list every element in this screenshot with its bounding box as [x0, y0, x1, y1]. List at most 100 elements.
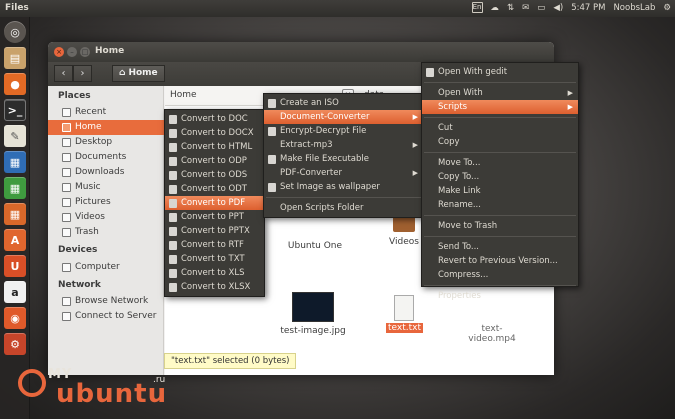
menu-label: Encrypt-Decrypt File	[280, 126, 367, 136]
menu-item-pdf-converter[interactable]: PDF-Converter ▶	[264, 166, 423, 180]
file-text-video[interactable]: text-video.mp4	[462, 324, 522, 344]
menu-item-compress[interactable]: Compress...	[422, 268, 578, 282]
menu-item-move-to-trash[interactable]: Move to Trash	[422, 219, 578, 233]
mail-icon[interactable]: ✉	[522, 3, 529, 13]
window-title: Home	[95, 46, 125, 56]
menu-label: Convert to TXT	[181, 254, 245, 264]
maximize-icon[interactable]: □	[80, 47, 90, 57]
sidebar-item-documents[interactable]: Documents	[48, 150, 164, 165]
writer-icon[interactable]: ▦	[4, 151, 26, 173]
window-controls: × – □	[54, 47, 90, 57]
menu-item-convert-xlsx[interactable]: Convert to XLSX	[165, 280, 264, 294]
impress-icon[interactable]: ▦	[4, 203, 26, 225]
menu-item-encrypt-decrypt[interactable]: Encrypt-Decrypt File	[264, 124, 423, 138]
minimize-icon[interactable]: –	[67, 47, 77, 57]
menu-item-open-with[interactable]: Open With ▶	[422, 86, 578, 100]
ubuntu-one-music-icon[interactable]: ◉	[4, 307, 26, 329]
menu-item-send-to[interactable]: Send To...	[422, 240, 578, 254]
menu-item-convert-doc[interactable]: Convert to DOC	[165, 112, 264, 126]
system-settings-icon[interactable]: ⚙	[4, 333, 26, 355]
cloud-icon[interactable]: ☁	[491, 3, 500, 13]
menu-item-convert-xls[interactable]: Convert to XLS	[165, 266, 264, 280]
downloads-icon	[62, 168, 71, 177]
menu-item-convert-txt[interactable]: Convert to TXT	[165, 252, 264, 266]
menu-label: Properties	[438, 291, 481, 301]
menu-item-convert-html[interactable]: Convert to HTML	[165, 140, 264, 154]
menu-item-open-scripts-folder[interactable]: Open Scripts Folder	[264, 201, 423, 215]
trash-icon	[62, 228, 71, 237]
file-text[interactable]: text.txt	[386, 295, 424, 333]
sidebar-item-label: Pictures	[75, 197, 111, 207]
menu-item-convert-rtf[interactable]: Convert to RTF	[165, 238, 264, 252]
menu-item-convert-odp[interactable]: Convert to ODP	[165, 154, 264, 168]
keyboard-layout-indicator[interactable]: En	[471, 2, 483, 13]
sidebar-item-recent[interactable]: Recent	[48, 105, 164, 120]
menu-item-cut[interactable]: Cut	[422, 121, 578, 135]
sidebar-item-desktop[interactable]: Desktop	[48, 135, 164, 150]
sidebar-item-music[interactable]: Music	[48, 180, 164, 195]
sidebar-item-pictures[interactable]: Pictures	[48, 195, 164, 210]
menu-item-convert-pdf[interactable]: Convert to PDF	[165, 196, 264, 210]
menu-item-copy[interactable]: Copy	[422, 135, 578, 149]
user-name[interactable]: NoobsLab	[613, 3, 655, 13]
menu-label: Scripts	[438, 102, 468, 112]
menu-item-convert-odt[interactable]: Convert to ODT	[165, 182, 264, 196]
menu-item-copy-to[interactable]: Copy To...	[422, 170, 578, 184]
sidebar-item-videos[interactable]: Videos	[48, 210, 164, 225]
menu-item-document-converter[interactable]: Document-Converter ▶	[264, 110, 423, 124]
menu-separator	[424, 82, 576, 83]
menu-item-move-to[interactable]: Move To...	[422, 156, 578, 170]
menu-item-scripts[interactable]: Scripts ▶	[422, 100, 578, 114]
menu-item-properties[interactable]: Properties	[422, 289, 578, 303]
sidebar-item-browse-network[interactable]: Browse Network	[48, 294, 164, 309]
music-icon	[62, 183, 71, 192]
system-tray: En ☁ ⇅ ✉ ▭ ◀) 5:47 PM NoobsLab ⚙	[471, 2, 671, 13]
network-icon[interactable]: ⇅	[507, 3, 514, 13]
sidebar-item-label: Desktop	[75, 137, 113, 147]
file-label: text.txt	[386, 323, 424, 333]
volume-icon[interactable]: ◀)	[553, 3, 563, 13]
clock[interactable]: 5:47 PM	[571, 3, 605, 13]
software-center-icon[interactable]: A	[4, 229, 26, 251]
menu-item-set-wallpaper[interactable]: Set Image as wallpaper	[264, 180, 423, 194]
menu-item-create-iso[interactable]: Create an ISO	[264, 96, 423, 110]
menu-item-make-executable[interactable]: Make File Executable	[264, 152, 423, 166]
menu-item-make-link[interactable]: Make Link	[422, 184, 578, 198]
window-titlebar[interactable]: × – □ Home	[48, 42, 554, 62]
sidebar-item-connect-server[interactable]: Connect to Server	[48, 309, 164, 324]
menu-label: Convert to DOC	[181, 114, 248, 124]
sidebar-item-computer[interactable]: Computer	[48, 260, 164, 275]
menu-item-rename[interactable]: Rename...	[422, 198, 578, 212]
menu-item-convert-pptx[interactable]: Convert to PPTX	[165, 224, 264, 238]
search-input[interactable]: Home	[170, 90, 197, 100]
close-icon[interactable]: ×	[54, 47, 64, 57]
dash-home-icon[interactable]: ◎	[4, 21, 26, 43]
file-test-image[interactable]: test-image.jpg	[273, 292, 353, 336]
menu-item-convert-ods[interactable]: Convert to ODS	[165, 168, 264, 182]
menu-item-convert-ppt[interactable]: Convert to PPT	[165, 210, 264, 224]
sidebar-item-downloads[interactable]: Downloads	[48, 165, 164, 180]
back-button[interactable]: ‹	[54, 65, 73, 82]
forward-button[interactable]: ›	[73, 65, 92, 82]
breadcrumb-home[interactable]: ⌂ Home	[112, 65, 165, 82]
terminal-icon[interactable]: >_	[4, 99, 26, 121]
amazon-icon[interactable]: a	[4, 281, 26, 303]
menu-item-convert-docx[interactable]: Convert to DOCX	[165, 126, 264, 140]
menu-item-revert-version[interactable]: Revert to Previous Version...	[422, 254, 578, 268]
firefox-icon[interactable]: ●	[4, 73, 26, 95]
sidebar-item-trash[interactable]: Trash	[48, 225, 164, 240]
menu-label: Cut	[438, 123, 453, 133]
menu-label: Convert to ODS	[181, 170, 248, 180]
text-editor-icon[interactable]: ✎	[4, 125, 26, 147]
menu-item-extract-mp3[interactable]: Extract-mp3 ▶	[264, 138, 423, 152]
sidebar-item-home[interactable]: Home	[48, 120, 164, 135]
files-app-icon[interactable]: ▤	[4, 47, 26, 69]
menu-label: Compress...	[438, 270, 489, 280]
calc-icon[interactable]: ▦	[4, 177, 26, 199]
power-gear-icon[interactable]: ⚙	[663, 3, 671, 13]
file-ubuntu-one[interactable]: Ubuntu One	[286, 241, 344, 251]
menu-item-open-with-gedit[interactable]: Open With gedit	[422, 65, 578, 79]
ubuntu-one-icon[interactable]: U	[4, 255, 26, 277]
document-icon	[169, 143, 177, 152]
battery-icon[interactable]: ▭	[537, 3, 545, 13]
